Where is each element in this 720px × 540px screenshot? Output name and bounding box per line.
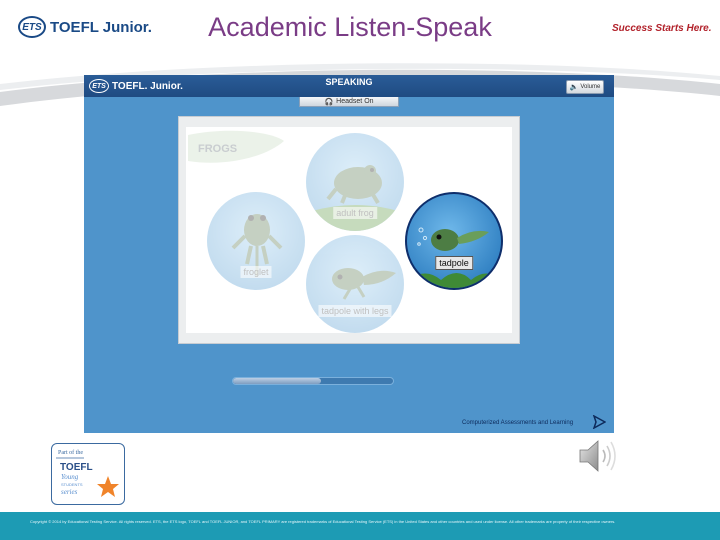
badge-line1: Part of the (58, 449, 83, 456)
speaking-app-window: ETS TOEFL. Junior. SPEAKING 🔈 Volume 🎧 H… (84, 75, 614, 433)
tadpole-with-legs-label: tadpole with legs (318, 305, 392, 317)
ets-logo-mark: ETS (18, 16, 46, 38)
tagline: Success Starts Here. (612, 23, 712, 34)
audio-progress-fill (233, 378, 321, 384)
series-badge-art: Part of the TOEFL Young STUDENTS series (56, 449, 119, 497)
toefl-young-students-series-badge: Part of the TOEFL Young STUDENTS series (51, 443, 125, 505)
slide-title: Academic Listen-Speak (208, 12, 492, 42)
frogs-tag: FROGS (186, 127, 286, 177)
adult-frog-label: adult frog (333, 207, 377, 219)
speaker-icon: 🔈 (569, 84, 579, 91)
tadpole-label: tadpole (435, 256, 473, 270)
badge-line3: Young (61, 473, 79, 481)
tadpole-with-legs-icon (332, 268, 396, 300)
stage-tadpole[interactable]: tadpole (405, 192, 503, 290)
app-top-bar: ETS TOEFL. Junior. SPEAKING 🔈 Volume (84, 75, 614, 97)
badge-line5: series (61, 488, 78, 496)
stage-froglet[interactable]: froglet (207, 192, 305, 290)
content-panel: FROGS adult frog froglet tadpole tadpole… (178, 116, 520, 344)
headset-status-tab: 🎧 Headset On (299, 97, 399, 107)
stage-adult-frog[interactable]: adult frog (306, 133, 404, 231)
stage-tadpole-with-legs[interactable]: tadpole with legs (306, 235, 404, 333)
tadpole-icon (411, 227, 499, 288)
headset-label: Headset On (336, 98, 374, 105)
audio-speaker-icon[interactable] (578, 438, 620, 474)
footer-bar (0, 512, 720, 540)
ets-toefl-junior-logo: ETS TOEFL Junior. (18, 16, 152, 38)
toefl-junior-wordmark: TOEFL Junior. (50, 18, 152, 36)
lifecycle-image-area: FROGS adult frog froglet tadpole tadpole… (186, 127, 512, 333)
headset-icon: 🎧 (324, 98, 334, 106)
cal-footer-text: Computerized Assessments and Learning (462, 420, 574, 426)
star-icon (97, 476, 119, 497)
froglet-label: froglet (240, 266, 272, 278)
audio-progress-bar (232, 377, 394, 385)
badge-line2: TOEFL (60, 462, 93, 473)
section-title: SPEAKING (325, 77, 373, 87)
volume-button[interactable]: 🔈 Volume (566, 80, 604, 94)
volume-label: Volume (580, 84, 601, 90)
next-arrow-icon[interactable] (592, 415, 606, 429)
copyright-notice: Copyright © 2014 by Educational Testing … (30, 519, 616, 524)
frogs-label: FROGS (198, 143, 238, 155)
badge-line4: STUDENTS (61, 482, 83, 487)
